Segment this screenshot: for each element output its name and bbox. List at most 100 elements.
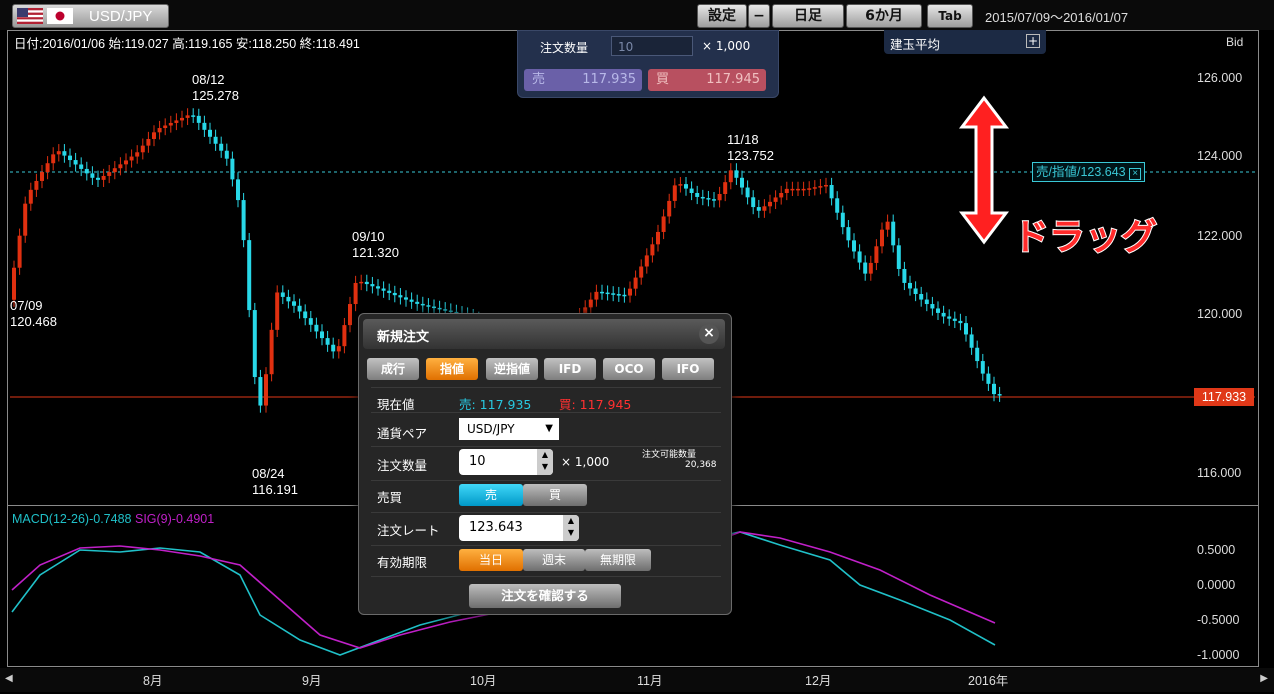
candle-body bbox=[958, 320, 963, 324]
expand-icon[interactable]: + bbox=[1026, 34, 1040, 48]
x-tick-2016: 2016年 bbox=[968, 674, 1009, 688]
tab-stop[interactable]: 逆指値 bbox=[486, 358, 538, 380]
candle-body bbox=[168, 122, 173, 126]
close-icon[interactable]: × bbox=[1129, 168, 1142, 180]
candle-body bbox=[594, 291, 599, 300]
y-tick-122: 122.000 bbox=[1197, 229, 1243, 243]
candle-body bbox=[616, 294, 621, 296]
candle-body bbox=[370, 284, 375, 287]
side-sell-button[interactable]: 売 bbox=[459, 484, 523, 506]
qty-row-label: 注文数量 bbox=[377, 458, 428, 473]
candle-body bbox=[941, 312, 946, 317]
annotation-date: 08/24 bbox=[252, 466, 285, 481]
candle-body bbox=[112, 168, 117, 173]
annotation-0709: 07/09 120.468 bbox=[10, 298, 57, 330]
candle-body bbox=[84, 168, 89, 174]
candle-body bbox=[348, 304, 352, 326]
confirm-order-button[interactable]: 注文を確認する bbox=[469, 584, 621, 608]
candle-body bbox=[79, 164, 84, 169]
tab-limit[interactable]: 指値 bbox=[426, 358, 478, 380]
stepper-arrows-icon[interactable]: ▲ ▼ bbox=[563, 515, 579, 541]
candle-body bbox=[443, 309, 448, 311]
candle-body bbox=[796, 188, 800, 191]
available-qty-label: 注文可能数量 bbox=[642, 450, 697, 460]
close-icon[interactable]: × bbox=[699, 324, 719, 344]
pair-select[interactable]: USD/JPY ▼ bbox=[459, 418, 559, 440]
scroll-left-icon[interactable]: ◀ bbox=[5, 673, 13, 684]
tab-oco[interactable]: OCO bbox=[603, 358, 655, 380]
buy-button[interactable]: 買 117.945 bbox=[648, 69, 766, 91]
candle-body bbox=[426, 305, 431, 307]
candle-body bbox=[163, 125, 168, 129]
expiry-today-button[interactable]: 当日 bbox=[459, 549, 523, 571]
candle-body bbox=[23, 203, 28, 236]
candle-body bbox=[336, 346, 341, 352]
candle-body bbox=[398, 295, 403, 298]
current-price-tag: 117.933 bbox=[1194, 388, 1254, 406]
annotation-date: 08/12 bbox=[192, 72, 225, 87]
position-average-toggle[interactable]: 建玉平均 + bbox=[884, 30, 1046, 54]
sell-button[interactable]: 売 117.935 bbox=[524, 69, 642, 91]
candle-body bbox=[292, 301, 296, 306]
candle-body bbox=[672, 185, 677, 201]
candle-body bbox=[661, 216, 666, 232]
candle-body bbox=[342, 325, 347, 347]
rate-stepper-value: 123.643 bbox=[469, 520, 523, 535]
candle-body bbox=[180, 117, 184, 121]
candle-body bbox=[924, 299, 929, 305]
rate-stepper[interactable]: 123.643 ▲ ▼ bbox=[459, 515, 579, 541]
candle-body bbox=[768, 201, 772, 207]
candle-body bbox=[101, 175, 106, 180]
stepper-arrows-icon[interactable]: ▲ ▼ bbox=[537, 449, 553, 475]
annotation-0812: 08/12 125.278 bbox=[192, 72, 239, 104]
candle-body bbox=[280, 292, 285, 297]
candle-body bbox=[896, 245, 901, 269]
candle-body bbox=[202, 122, 207, 130]
tab-ifd[interactable]: IFD bbox=[544, 358, 596, 380]
limit-order-tag[interactable]: 売/指値/123.643 × bbox=[1032, 162, 1146, 182]
candle-body bbox=[852, 240, 856, 252]
expiry-label: 有効期限 bbox=[377, 555, 428, 570]
dialog-title: 新規注文 bbox=[377, 330, 430, 345]
candle-body bbox=[728, 170, 733, 183]
candle-body bbox=[174, 120, 179, 123]
candle-body bbox=[762, 206, 767, 211]
y-tick-124: 124.000 bbox=[1197, 149, 1243, 163]
candle-body bbox=[779, 192, 784, 198]
current-sell: 売: 117.935 bbox=[459, 397, 532, 412]
candle-body bbox=[667, 200, 672, 217]
candle-body bbox=[689, 188, 694, 193]
tab-market[interactable]: 成行 bbox=[367, 358, 419, 380]
side-buy-button[interactable]: 買 bbox=[523, 484, 587, 506]
candle-body bbox=[622, 294, 627, 297]
candle-body bbox=[297, 305, 302, 312]
expiry-weekend-button[interactable]: 週末 bbox=[523, 549, 585, 571]
annotation-price: 123.752 bbox=[727, 148, 774, 163]
annotation-1118: 11/18 123.752 bbox=[727, 132, 774, 164]
candle-body bbox=[303, 311, 308, 319]
candle-body bbox=[325, 338, 330, 345]
candle-body bbox=[409, 299, 414, 302]
candle-body bbox=[258, 377, 263, 406]
qty-stepper[interactable]: 10 ▲ ▼ bbox=[459, 449, 553, 475]
annotation-price: 116.191 bbox=[252, 482, 299, 497]
position-average-label: 建玉平均 bbox=[890, 37, 941, 52]
ohlc-info: 日付:2016/01/06 始:119.027 高:119.165 安:118.… bbox=[14, 37, 360, 51]
candle-body bbox=[264, 374, 268, 406]
candle-body bbox=[975, 347, 980, 362]
qty-input[interactable]: 10 bbox=[611, 36, 693, 56]
candle-body bbox=[219, 143, 224, 151]
candle-body bbox=[891, 221, 896, 246]
expiry-unlimited-button[interactable]: 無期限 bbox=[585, 549, 651, 571]
candle-body bbox=[784, 188, 789, 193]
candle-body bbox=[73, 160, 78, 165]
candle-body bbox=[947, 316, 952, 319]
scroll-right-icon[interactable]: ▶ bbox=[1260, 673, 1268, 684]
candle-body bbox=[695, 192, 700, 197]
tab-ifo[interactable]: IFO bbox=[662, 358, 714, 380]
candle-body bbox=[885, 221, 890, 230]
candle-body bbox=[62, 151, 67, 156]
divider bbox=[371, 512, 721, 513]
dialog-titlebar[interactable]: 新規注文 × bbox=[363, 319, 725, 349]
candle-body bbox=[269, 329, 274, 375]
